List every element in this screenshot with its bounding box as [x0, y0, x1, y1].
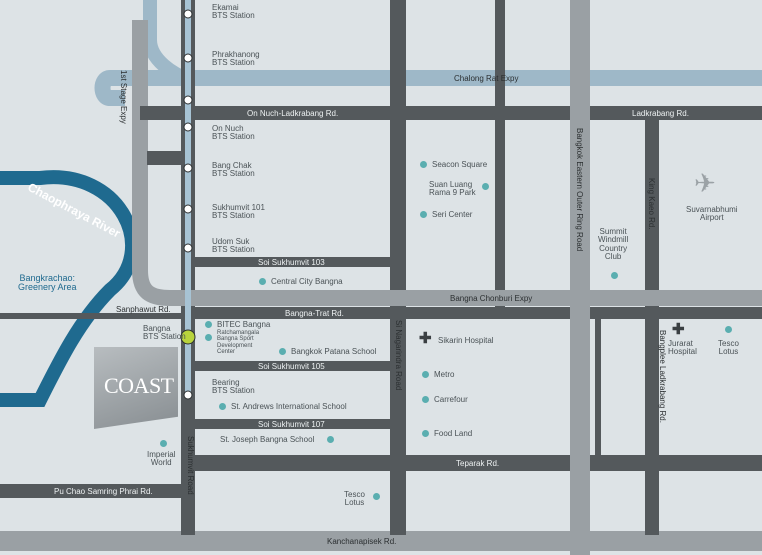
poi-dot-icon[interactable]: [160, 440, 167, 447]
road-network: [0, 0, 762, 555]
place-bitec: BITEC Bangna: [217, 320, 271, 329]
poi-dot-icon[interactable]: [279, 348, 286, 355]
road-label-soi-105: Soi Sukhumvit 105: [258, 362, 325, 371]
road-label-first-stage: 1st Stage Expy: [119, 70, 128, 124]
poi-dot-icon[interactable]: [219, 403, 226, 410]
road-label-pu-chao: Pu Chao Samring Phrai Rd.: [54, 487, 153, 496]
hospital-cross-icon[interactable]: ✚: [419, 331, 432, 346]
poi-dot-icon[interactable]: [420, 211, 427, 218]
airplane-icon: ✈: [694, 168, 716, 198]
poi-dot-icon[interactable]: [422, 430, 429, 437]
road-label-on-nuch: On Nuch-Ladkrabang Rd.: [247, 109, 339, 118]
place-st-joseph: St. Joseph Bangna School: [220, 435, 315, 444]
road-label-bangna-trat: Bangna-Trat Rd.: [285, 309, 344, 318]
place-summit-windmill: Summit Windmill Country Club: [598, 227, 629, 262]
place-bangkrachao: Bangkrachao: Greenery Area: [18, 273, 77, 293]
poi-dot-icon[interactable]: [611, 272, 618, 279]
poi-dot-icon[interactable]: [373, 493, 380, 500]
logo-text: COAST: [104, 373, 174, 398]
poi-dot-icon[interactable]: [422, 396, 429, 403]
station-udom-suk: Udom Suk BTS Station: [212, 237, 255, 255]
place-seri-center: Seri Center: [432, 210, 473, 219]
bts-station-icon: [183, 163, 193, 173]
place-carrefour: Carrefour: [434, 395, 468, 404]
road-label-bangplee: Bangplee Ladkrabang Rd.: [658, 330, 667, 423]
road-label-chalong-rat: Chalong Rat Expy: [454, 74, 519, 83]
road-label-soi-103: Soi Sukhumvit 103: [258, 258, 325, 267]
place-st-andrews: St. Andrews International School: [231, 402, 347, 411]
station-sukhumvit-101: Sukhumvit 101 BTS Station: [212, 203, 265, 221]
station-bangna: Bangna BTS Station: [143, 324, 186, 342]
place-tesco-lotus-south: Tesco Lotus: [344, 490, 365, 508]
road-label-teparak: Teparak Rd.: [456, 459, 500, 468]
place-seacon-square: Seacon Square: [432, 160, 488, 169]
hospital-cross-icon[interactable]: ✚: [672, 322, 685, 337]
expy-north-branch: [143, 0, 188, 85]
road-label-ladkrabang: Ladkrabang Rd.: [632, 109, 689, 118]
road-label-bangna-chonburi: Bangna Chonburi Expy: [450, 294, 533, 303]
bts-station-icon: [183, 204, 193, 214]
place-imperial-world: Imperial World: [147, 450, 176, 468]
place-suvarnabhumi: Suvarnabhumi Airport: [686, 205, 738, 223]
station-bang-chak: Bang Chak BTS Station: [212, 161, 255, 179]
place-food-land: Food Land: [434, 429, 473, 438]
road-label-sanphawut: Sanphawut Rd.: [116, 305, 171, 314]
station-bearing: Bearing BTS Station: [212, 378, 255, 396]
place-ratchamangala: Ratchamangala Bangna Sport Development C…: [217, 330, 260, 355]
poi-dot-icon[interactable]: [205, 321, 212, 328]
bts-station-icon: [183, 122, 193, 132]
chalong-rat-expy: [94, 70, 762, 106]
place-tesco-lotus-east: Tesco Lotus: [718, 339, 739, 357]
place-metro: Metro: [434, 370, 455, 379]
bts-station-icon: [183, 390, 193, 400]
road-label-si-nagarindra: Si Nagarindra Road: [394, 320, 403, 391]
poi-dot-icon[interactable]: [482, 183, 489, 190]
station-phrakhanong: Phrakhanong BTS Station: [212, 50, 260, 68]
place-jurarat-hospital: Jurarat Hospital: [668, 339, 697, 357]
road-label-soi-107: Soi Sukhumvit 107: [258, 420, 325, 429]
poi-dot-icon[interactable]: [422, 371, 429, 378]
place-central-city: Central City Bangna: [271, 277, 343, 286]
coast-project-logo[interactable]: COAST: [94, 347, 178, 429]
road-label-sukhumvit: Sukhumvit Road: [186, 436, 195, 495]
map-canvas[interactable]: Ekamai BTS Station Phrakhanong BTS Stati…: [0, 0, 762, 555]
poi-dot-icon[interactable]: [259, 278, 266, 285]
station-ekamai: Ekamai BTS Station: [212, 3, 255, 21]
place-suan-luang: Suan Luang Rama 9 Park: [429, 180, 476, 198]
road-label-outer-ring: Bangkok Eastern Outer Ring Road: [575, 128, 584, 252]
poi-dot-icon[interactable]: [205, 334, 212, 341]
bts-station-icon: [183, 95, 193, 105]
place-sikarin-hospital: Sikarin Hospital: [438, 336, 494, 345]
bts-station-icon: [183, 53, 193, 63]
bts-station-icon: [183, 9, 193, 19]
poi-dot-icon[interactable]: [420, 161, 427, 168]
place-bangkok-patana: Bangkok Patana School: [291, 347, 377, 356]
road-label-kanchanapisek: Kanchanapisek Rd.: [327, 537, 397, 546]
bts-station-icon: [183, 243, 193, 253]
station-on-nuch: On Nuch BTS Station: [212, 124, 255, 142]
road-label-king-kaeo: King Kaeo Rd.: [647, 178, 656, 230]
poi-dot-icon[interactable]: [725, 326, 732, 333]
poi-dot-icon[interactable]: [327, 436, 334, 443]
